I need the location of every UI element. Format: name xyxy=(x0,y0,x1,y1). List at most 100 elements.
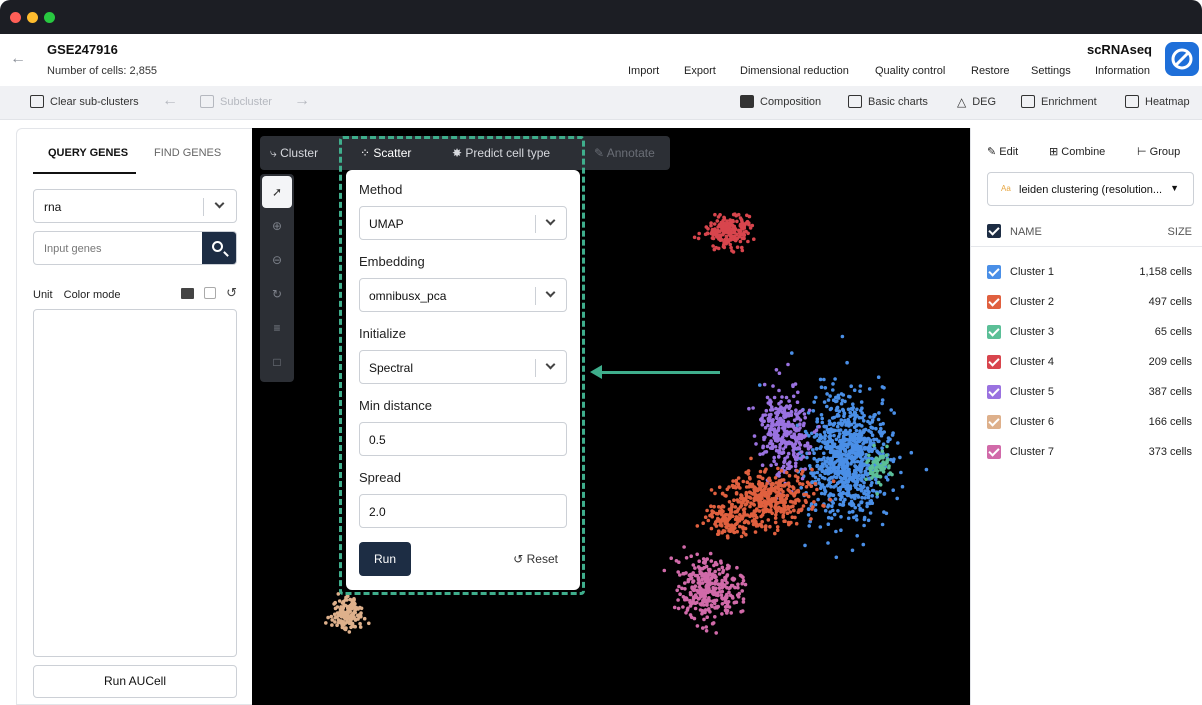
cluster-checkbox[interactable] xyxy=(987,265,1001,279)
cell-point xyxy=(745,520,750,524)
heatmap-button[interactable]: Heatmap xyxy=(1125,95,1190,108)
back-arrow-icon[interactable]: ← xyxy=(10,50,26,68)
clear-selection-icon xyxy=(30,95,44,108)
export-image-icon[interactable]: □ xyxy=(260,346,294,378)
enrichment-icon xyxy=(1021,95,1035,108)
cluster-checkbox[interactable] xyxy=(987,295,1001,309)
cell-point xyxy=(764,492,769,497)
spread-input[interactable]: 2.0 xyxy=(359,494,567,528)
cell-point xyxy=(704,584,708,589)
menu-settings[interactable]: Settings xyxy=(1031,65,1071,77)
cell-point xyxy=(858,389,862,394)
cell-point xyxy=(848,410,852,415)
cell-point xyxy=(810,507,814,511)
cluster-row[interactable]: Cluster 3 65 cells xyxy=(987,324,1192,342)
composition-button[interactable]: Composition xyxy=(740,95,821,108)
cluster-row[interactable]: Cluster 1 1,158 cells xyxy=(987,264,1192,282)
cell-point xyxy=(866,518,871,523)
cluster-row[interactable]: Cluster 4 209 cells xyxy=(987,354,1192,372)
cell-point xyxy=(347,616,352,620)
zoom-out-icon[interactable]: ⊖ xyxy=(260,244,294,276)
reset-button[interactable]: ↺ Reset xyxy=(513,552,558,566)
menu-quality-control[interactable]: Quality control xyxy=(875,65,945,77)
cluster-tool[interactable]: ⤷ Cluster xyxy=(270,146,318,161)
cell-point xyxy=(842,411,847,415)
cell-point xyxy=(747,495,752,500)
folder-icon[interactable] xyxy=(181,287,195,299)
deg-button[interactable]: △ DEG xyxy=(957,95,996,109)
cell-point xyxy=(790,500,795,504)
cluster-row[interactable]: Cluster 5 387 cells xyxy=(987,384,1192,402)
run-aucell-button[interactable]: Run AUCell xyxy=(33,665,237,698)
menu-dimensional-reduction[interactable]: Dimensional reduction xyxy=(740,65,849,77)
cell-point xyxy=(856,467,860,471)
gene-list-area[interactable] xyxy=(33,309,237,657)
save-icon[interactable] xyxy=(204,287,217,299)
cell-point xyxy=(727,500,732,504)
subcluster-button[interactable]: Subcluster xyxy=(200,95,272,108)
deg-icon: △ xyxy=(957,95,967,109)
cluster-checkbox[interactable] xyxy=(987,355,1001,369)
select-all-checkbox[interactable] xyxy=(987,224,1001,238)
run-button[interactable]: Run xyxy=(359,542,411,576)
undo-arrow-icon[interactable]: ← xyxy=(162,92,178,110)
cell-point xyxy=(711,244,715,248)
combine-button[interactable]: ⊞ Combine xyxy=(1049,145,1105,158)
reset-view-icon[interactable]: ↻ xyxy=(260,278,294,310)
zoom-in-icon[interactable]: ⊕ xyxy=(260,210,294,242)
cluster-checkbox[interactable] xyxy=(987,385,1001,399)
cell-point xyxy=(840,398,845,403)
cell-point xyxy=(359,614,363,619)
cluster-row[interactable]: Cluster 2 497 cells xyxy=(987,294,1192,312)
scatter-tool[interactable]: ⁘ Scatter xyxy=(360,146,411,160)
menu-information[interactable]: Information xyxy=(1095,65,1150,77)
cluster-row[interactable]: Cluster 7 373 cells xyxy=(987,444,1192,462)
gene-search-field[interactable]: Input genes xyxy=(33,231,237,265)
reset-icon[interactable]: ↺ xyxy=(226,286,237,299)
enrichment-button[interactable]: Enrichment xyxy=(1021,95,1097,108)
group-button[interactable]: ⊢ Group xyxy=(1137,145,1180,158)
cell-point xyxy=(827,422,832,427)
unit-label[interactable]: Unit xyxy=(33,289,53,301)
cell-point xyxy=(868,445,872,450)
close-window-button[interactable] xyxy=(10,12,21,23)
cell-point xyxy=(713,615,717,619)
cell-point xyxy=(768,398,772,403)
select-pointer-icon[interactable]: ➚ xyxy=(262,176,292,208)
cell-point xyxy=(767,489,771,493)
cell-point xyxy=(825,404,829,409)
cluster-checkbox[interactable] xyxy=(987,445,1001,459)
clustering-select[interactable]: Aa leiden clustering (resolution... ▼ xyxy=(987,172,1194,206)
tab-query-genes[interactable]: QUERY GENES xyxy=(48,147,128,159)
adjust-settings-icon[interactable]: ≡ xyxy=(260,312,294,344)
cluster-checkbox[interactable] xyxy=(987,325,1001,339)
menu-restore[interactable]: Restore xyxy=(971,65,1010,77)
initialize-select[interactable]: Spectral xyxy=(359,350,567,384)
cell-point xyxy=(774,513,778,517)
menu-import[interactable]: Import xyxy=(628,65,659,77)
cell-point xyxy=(730,583,735,588)
gene-search-button[interactable] xyxy=(202,232,236,264)
cluster-checkbox[interactable] xyxy=(987,415,1001,429)
cluster-row[interactable]: Cluster 6 166 cells xyxy=(987,414,1192,432)
min-distance-input[interactable]: 0.5 xyxy=(359,422,567,456)
cell-point xyxy=(818,433,822,437)
cell-point xyxy=(813,481,818,486)
clear-subclusters-button[interactable]: Clear sub-clusters xyxy=(30,95,139,108)
embedding-select[interactable]: omnibusx_pca xyxy=(359,278,567,312)
maximize-window-button[interactable] xyxy=(44,12,55,23)
minimize-window-button[interactable] xyxy=(27,12,38,23)
redo-arrow-icon[interactable]: → xyxy=(294,92,310,110)
cell-point xyxy=(783,500,787,505)
annotate-tool[interactable]: ✎ Annotate xyxy=(594,146,655,160)
color-mode-label[interactable]: Color mode xyxy=(64,289,121,301)
tab-find-genes[interactable]: FIND GENES xyxy=(154,147,221,159)
predict-cell-type-tool[interactable]: ✸ Predict cell type xyxy=(452,146,550,160)
edit-button[interactable]: ✎ Edit xyxy=(987,145,1018,158)
cell-point xyxy=(716,582,721,586)
method-select[interactable]: UMAP xyxy=(359,206,567,240)
cell-point xyxy=(857,415,862,420)
menu-export[interactable]: Export xyxy=(684,65,716,77)
assay-select[interactable]: rna xyxy=(33,189,237,223)
basic-charts-button[interactable]: Basic charts xyxy=(848,95,928,108)
